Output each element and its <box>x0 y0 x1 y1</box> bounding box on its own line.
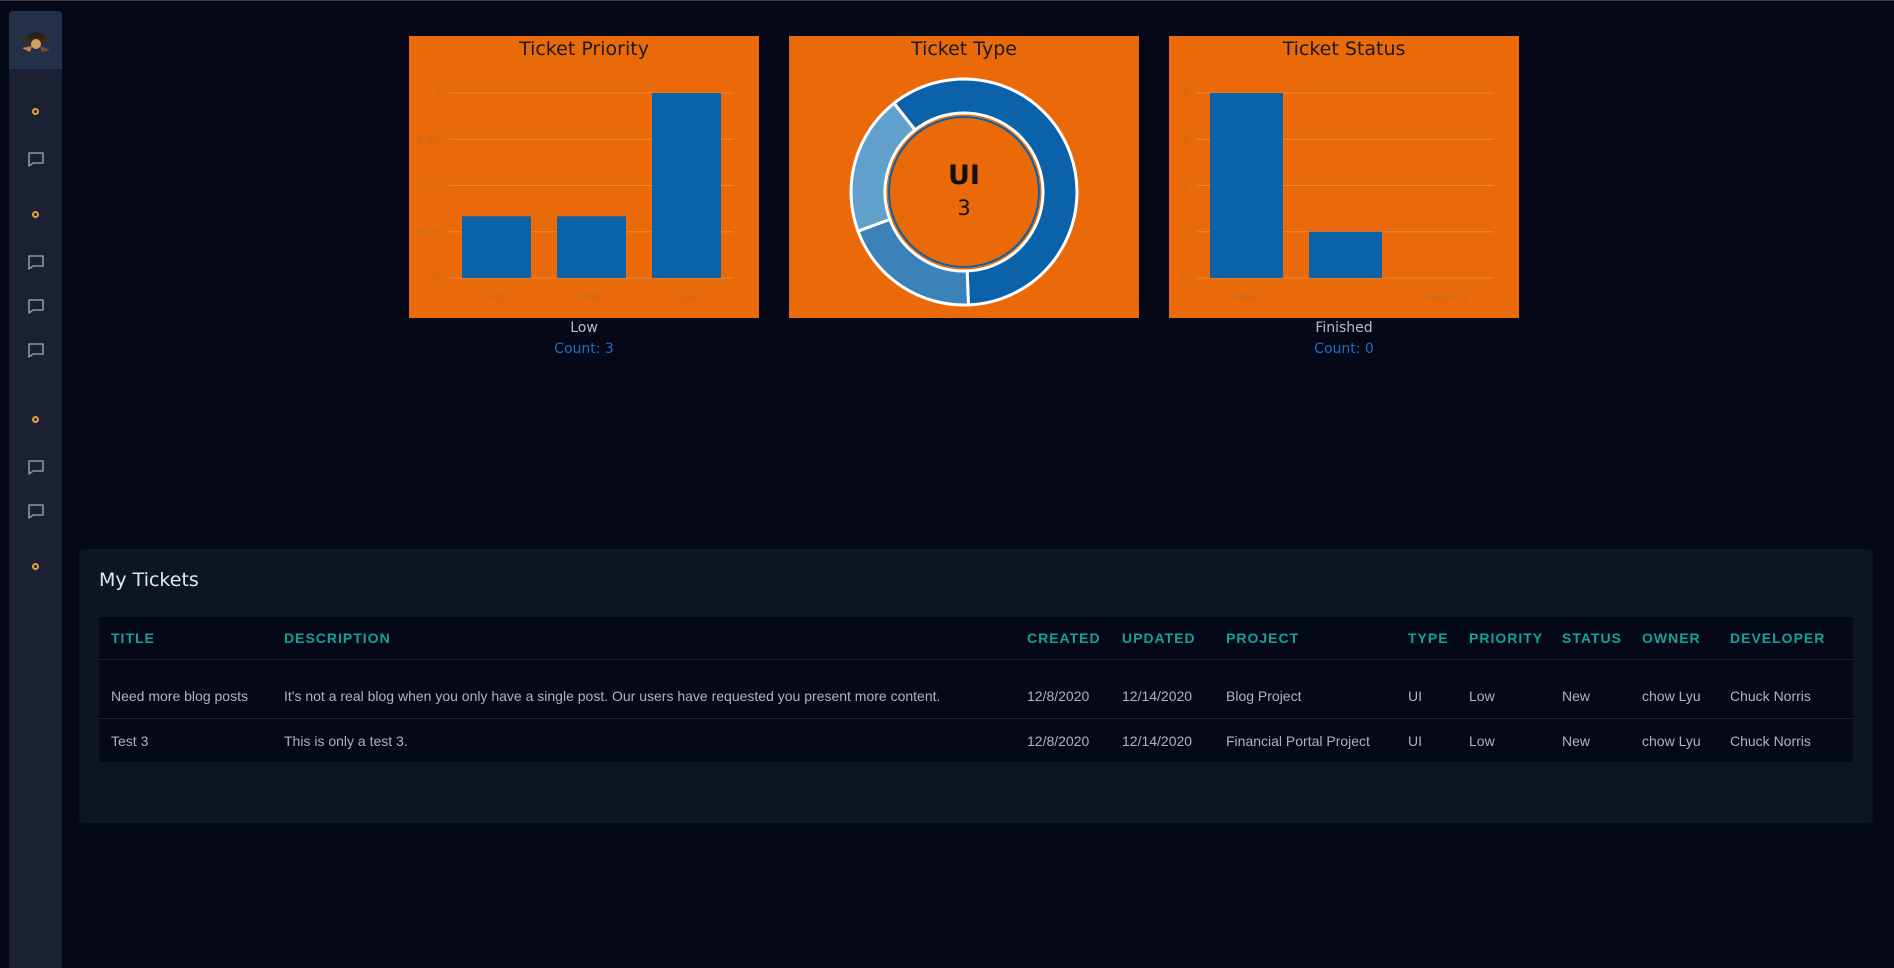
sidebar-item-3[interactable] <box>9 199 62 229</box>
status-selected-label: Finished <box>1315 320 1373 336</box>
app-logo[interactable] <box>9 11 62 69</box>
sidebar <box>9 11 62 968</box>
column-header-updated[interactable]: UPDATED <box>1110 617 1214 660</box>
donut-slice[interactable] <box>856 217 971 307</box>
chat-bubble-icon <box>27 151 45 168</box>
ticket-status-chart: Ticket Status 0 1 2 3 4 New Finished <box>1169 36 1519 318</box>
cell-title: Need more blog posts <box>99 659 272 719</box>
y-tick-label: 4 <box>1182 87 1189 100</box>
column-header-owner[interactable]: OWNER <box>1630 617 1718 660</box>
donut-inner-ring <box>888 116 1040 268</box>
y-tick-label: 3 <box>434 87 441 100</box>
bar[interactable] <box>652 93 721 278</box>
circle-dot-icon <box>32 562 39 570</box>
cell-owner: chow Lyu <box>1642 733 1701 749</box>
chat-bubble-icon <box>27 503 45 520</box>
y-tick-label: 0 <box>434 272 441 285</box>
y-tick-label: 2.25 <box>417 133 442 146</box>
column-header-description[interactable]: DESCRIPTION <box>272 617 1015 660</box>
y-tick-label: 1.5 <box>424 180 442 193</box>
sidebar-item-1[interactable] <box>9 96 62 126</box>
my-tickets-panel: My Tickets TITLE DESCRIPTION CREATED UPD… <box>79 549 1873 823</box>
status-bar-chart: 0 1 2 3 4 New Finished <box>1182 87 1494 304</box>
x-tick-label: New <box>1235 291 1259 304</box>
chat-bubble-icon <box>27 298 45 315</box>
sidebar-item-5[interactable] <box>9 291 62 321</box>
cell-developer: Chuck Norris <box>1718 659 1853 719</box>
donut-center-value: 3 <box>957 196 971 220</box>
y-tick-label: 0.75 <box>417 226 442 239</box>
priority-bar-chart: 0 0.75 1.5 2.25 3 High Mid Low <box>417 87 734 304</box>
table-row[interactable]: Test 3 This is only a test 3. 12/8/2020 … <box>99 719 1853 764</box>
tickets-table-wrapper: TITLE DESCRIPTION CREATED UPDATED PROJEC… <box>99 617 1853 762</box>
chat-bubble-icon <box>27 459 45 476</box>
column-header-developer[interactable]: DEVELOPER <box>1718 617 1853 660</box>
x-tick-label: Finished <box>1422 291 1467 304</box>
cell-title: Test 3 <box>111 733 149 749</box>
cell-status: New <box>1562 733 1591 749</box>
top-border <box>0 0 1894 1</box>
ticket-priority-chart: Ticket Priority 0 0.75 1.5 2.25 3 High Mid Low <box>409 36 759 318</box>
column-header-type[interactable]: TYPE <box>1396 617 1457 660</box>
sidebar-item-7[interactable] <box>9 404 62 434</box>
y-tick-label: 2 <box>1182 180 1189 193</box>
ticket-type-chart: Ticket Type UI 3 <box>789 36 1139 318</box>
bar[interactable] <box>1309 231 1382 278</box>
column-header-project[interactable]: PROJECT <box>1214 617 1396 660</box>
donut-center-label: UI <box>948 160 980 191</box>
cell-updated: 12/14/2020 <box>1110 659 1214 719</box>
column-header-created[interactable]: CREATED <box>1015 617 1110 660</box>
cell-developer: Chuck Norris <box>1730 733 1811 749</box>
cell-project: Financial Portal Project <box>1226 733 1370 749</box>
column-header-title[interactable]: TITLE <box>99 617 272 660</box>
x-tick-label: High <box>484 291 509 304</box>
column-header-status[interactable]: STATUS <box>1550 617 1630 660</box>
cell-type: UI <box>1408 733 1422 749</box>
panel-title: My Tickets <box>99 569 199 591</box>
y-tick-label: 3 <box>1182 133 1189 146</box>
priority-selected-count: Count: 3 <box>554 341 614 357</box>
pirate-logo-icon <box>20 32 51 52</box>
bar[interactable] <box>1210 93 1283 278</box>
y-tick-label: 1 <box>1182 226 1189 239</box>
y-tick-label: 0 <box>1182 272 1189 285</box>
status-selected-count: Count: 0 <box>1314 341 1374 357</box>
x-tick-label: Mid <box>582 291 602 304</box>
cell-updated: 12/14/2020 <box>1122 733 1193 749</box>
tickets-table: TITLE DESCRIPTION CREATED UPDATED PROJEC… <box>99 617 1853 763</box>
table-header-row: TITLE DESCRIPTION CREATED UPDATED PROJEC… <box>99 617 1853 660</box>
sidebar-item-4[interactable] <box>9 247 62 277</box>
sidebar-item-10[interactable] <box>9 551 62 581</box>
sidebar-item-6[interactable] <box>9 335 62 365</box>
priority-selected-label: Low <box>570 320 598 336</box>
bar[interactable] <box>462 216 531 278</box>
bar[interactable] <box>557 216 626 278</box>
cell-priority: Low <box>1457 659 1550 719</box>
chat-bubble-icon <box>27 342 45 359</box>
sidebar-item-9[interactable] <box>9 496 62 526</box>
x-tick-label: Low <box>676 291 698 304</box>
cell-priority: Low <box>1469 733 1495 749</box>
table-row[interactable]: Need more blog posts It's not a real blo… <box>99 659 1853 719</box>
cell-owner: chow Lyu <box>1630 659 1718 719</box>
sidebar-item-8[interactable] <box>9 452 62 482</box>
sidebar-item-2[interactable] <box>9 144 62 174</box>
cell-status: New <box>1550 659 1630 719</box>
column-header-priority[interactable]: PRIORITY <box>1457 617 1550 660</box>
chat-bubble-icon <box>27 254 45 271</box>
cell-description: This is only a test 3. <box>284 733 408 749</box>
cell-created: 12/8/2020 <box>1027 733 1090 749</box>
cell-created: 12/8/2020 <box>1015 659 1110 719</box>
circle-dot-icon <box>32 415 39 423</box>
circle-dot-icon <box>32 210 39 218</box>
cell-type: UI <box>1396 659 1457 719</box>
circle-dot-icon <box>32 107 39 115</box>
cell-project: Blog Project <box>1214 659 1396 719</box>
cell-description: It's not a real blog when you only have … <box>272 659 1015 719</box>
